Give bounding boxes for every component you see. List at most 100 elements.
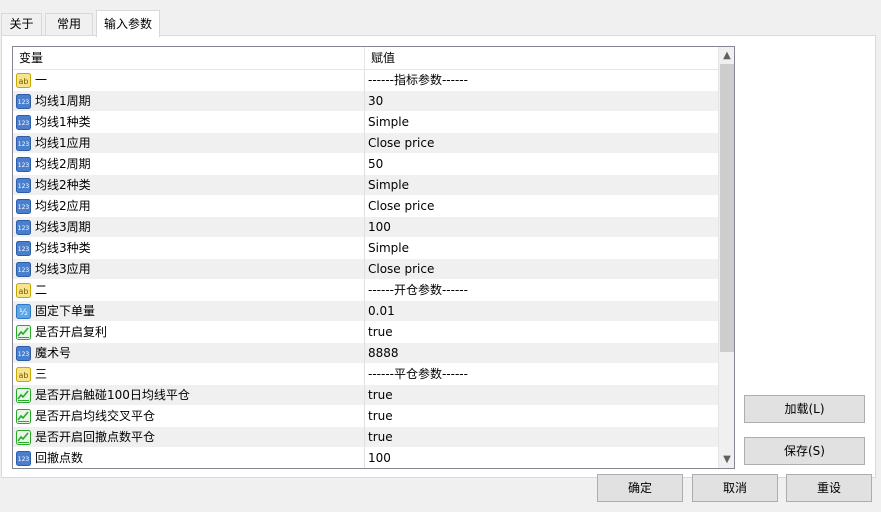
table-row[interactable]: 123 均线1种类 Simple xyxy=(13,112,718,133)
column-header-variable[interactable]: 变量 xyxy=(13,47,365,70)
table-row[interactable]: 123 均线2周期 50 xyxy=(13,154,718,175)
scroll-up-icon[interactable]: ▲ xyxy=(719,47,734,64)
ok-button-label: 确定 xyxy=(627,481,652,495)
variable-cell: ab 二 xyxy=(13,280,365,301)
table-row[interactable]: ½ 固定下单量 0.01 xyxy=(13,301,718,322)
load-button[interactable]: 加载(L) xyxy=(744,395,865,423)
int-icon-text: 123 xyxy=(18,351,30,358)
int-icon: 123 xyxy=(16,94,31,109)
value-cell[interactable]: 50 xyxy=(365,154,718,175)
value-cell[interactable]: 0.01 xyxy=(365,301,718,322)
table-row[interactable]: 123 回撤点数 100 xyxy=(13,448,718,468)
int-icon-text: 123 xyxy=(18,225,30,232)
variable-cell: 123 均线3种类 xyxy=(13,238,365,259)
value-cell[interactable]: 30 xyxy=(365,91,718,112)
table-row[interactable]: 123 均线1周期 30 xyxy=(13,91,718,112)
value-cell[interactable]: Close price xyxy=(365,196,718,217)
table-row[interactable]: 是否开启复利 true xyxy=(13,322,718,343)
table-row[interactable]: 123 均线1应用 Close price xyxy=(13,133,718,154)
scroll-down-icon[interactable]: ▼ xyxy=(719,451,734,468)
variable-cell: ab 三 xyxy=(13,364,365,385)
variable-cell: 123 均线3应用 xyxy=(13,259,365,280)
variable-name: 固定下单量 xyxy=(35,304,96,318)
value-cell[interactable]: ------开仓参数------ xyxy=(365,280,718,301)
value-cell[interactable]: true xyxy=(365,427,718,448)
variable-name: 是否开启复利 xyxy=(35,325,108,339)
column-header-value[interactable]: 赋值 xyxy=(365,47,718,70)
int-icon-text: 123 xyxy=(18,246,30,253)
value-cell[interactable]: Close price xyxy=(365,133,718,154)
table-row[interactable]: 123 均线2种类 Simple xyxy=(13,175,718,196)
load-button-label: 加载(L) xyxy=(784,402,825,416)
variable-name: 三 xyxy=(35,367,48,381)
table-row[interactable]: 123 均线2应用 Close price xyxy=(13,196,718,217)
save-button-label: 保存(S) xyxy=(784,444,825,458)
variable-name: 均线1周期 xyxy=(35,94,91,108)
variable-name: 是否开启回撤点数平仓 xyxy=(35,430,156,444)
value-cell[interactable]: 100 xyxy=(365,448,718,468)
variable-name: 均线1应用 xyxy=(35,136,91,150)
table-row[interactable]: ab 一 ------指标参数------ xyxy=(13,70,718,91)
table-row[interactable]: ab 二 ------开仓参数------ xyxy=(13,280,718,301)
table-row[interactable]: 123 均线3周期 100 xyxy=(13,217,718,238)
tab-about-label: 关于 xyxy=(9,17,34,31)
scrollbar-thumb[interactable] xyxy=(720,64,734,352)
int-icon-text: 123 xyxy=(18,99,30,106)
variable-cell: 是否开启复利 xyxy=(13,322,365,343)
parameters-grid: 变量 赋值 ab 一 ------指标参数------ 123 均线1周期 30 123 均线… xyxy=(12,46,735,469)
variable-cell: 123 均线3周期 xyxy=(13,217,365,238)
variable-name: 均线3应用 xyxy=(35,262,91,276)
value-cell[interactable]: Simple xyxy=(365,175,718,196)
grid-header: 变量 赋值 xyxy=(13,47,718,70)
value-cell[interactable]: Close price xyxy=(365,259,718,280)
variable-cell: 123 均线2周期 xyxy=(13,154,365,175)
tab-common[interactable]: 常用 xyxy=(45,13,93,36)
value-cell[interactable]: true xyxy=(365,322,718,343)
value-cell[interactable]: 8888 xyxy=(365,343,718,364)
value-cell[interactable]: ------指标参数------ xyxy=(365,70,718,91)
tab-inputs[interactable]: 输入参数 xyxy=(96,10,160,37)
value-cell[interactable]: Simple xyxy=(365,238,718,259)
int-icon-text: 123 xyxy=(18,183,30,190)
variable-cell: 是否开启均线交叉平仓 xyxy=(13,406,365,427)
value-cell[interactable]: ------平仓参数------ xyxy=(365,364,718,385)
fraction-icon: ½ xyxy=(16,304,31,319)
table-row[interactable]: 123 魔术号 8888 xyxy=(13,343,718,364)
int-icon: 123 xyxy=(16,115,31,130)
save-button[interactable]: 保存(S) xyxy=(744,437,865,465)
cancel-button[interactable]: 取消 xyxy=(692,474,778,502)
value-cell[interactable]: true xyxy=(365,406,718,427)
variable-name: 均线2种类 xyxy=(35,178,91,192)
ab-icon: ab xyxy=(16,73,31,88)
variable-cell: 123 回撤点数 xyxy=(13,448,365,468)
table-row[interactable]: 是否开启均线交叉平仓 true xyxy=(13,406,718,427)
table-row[interactable]: ab 三 ------平仓参数------ xyxy=(13,364,718,385)
int-icon-text: 123 xyxy=(18,162,30,169)
value-cell[interactable]: true xyxy=(365,385,718,406)
ok-button[interactable]: 确定 xyxy=(597,474,683,502)
tab-about[interactable]: 关于 xyxy=(1,13,42,36)
ab-icon: ab xyxy=(16,283,31,298)
reset-button[interactable]: 重设 xyxy=(786,474,872,502)
grid-rows: ab 一 ------指标参数------ 123 均线1周期 30 123 均线1种类 Sim… xyxy=(13,70,718,468)
table-row[interactable]: 是否开启回撤点数平仓 true xyxy=(13,427,718,448)
variable-cell: ½ 固定下单量 xyxy=(13,301,365,322)
variable-cell: 是否开启触碰100日均线平仓 xyxy=(13,385,365,406)
value-cell[interactable]: 100 xyxy=(365,217,718,238)
vertical-scrollbar[interactable]: ▲ ▼ xyxy=(718,47,734,468)
int-icon: 123 xyxy=(16,136,31,151)
value-cell[interactable]: Simple xyxy=(365,112,718,133)
variable-cell: 123 均线2应用 xyxy=(13,196,365,217)
table-row[interactable]: 123 均线3应用 Close price xyxy=(13,259,718,280)
table-row[interactable]: 123 均线3种类 Simple xyxy=(13,238,718,259)
int-icon-text: 123 xyxy=(18,204,30,211)
table-row[interactable]: 是否开启触碰100日均线平仓 true xyxy=(13,385,718,406)
reset-button-label: 重设 xyxy=(816,481,841,495)
variable-name: 是否开启均线交叉平仓 xyxy=(35,409,156,423)
int-icon-text: 123 xyxy=(18,120,30,127)
fraction-icon-text: ½ xyxy=(19,308,28,318)
variable-name: 均线2应用 xyxy=(35,199,91,213)
bool-icon xyxy=(16,430,31,445)
variable-name: 二 xyxy=(35,283,48,297)
ab-icon-text: ab xyxy=(19,287,29,296)
